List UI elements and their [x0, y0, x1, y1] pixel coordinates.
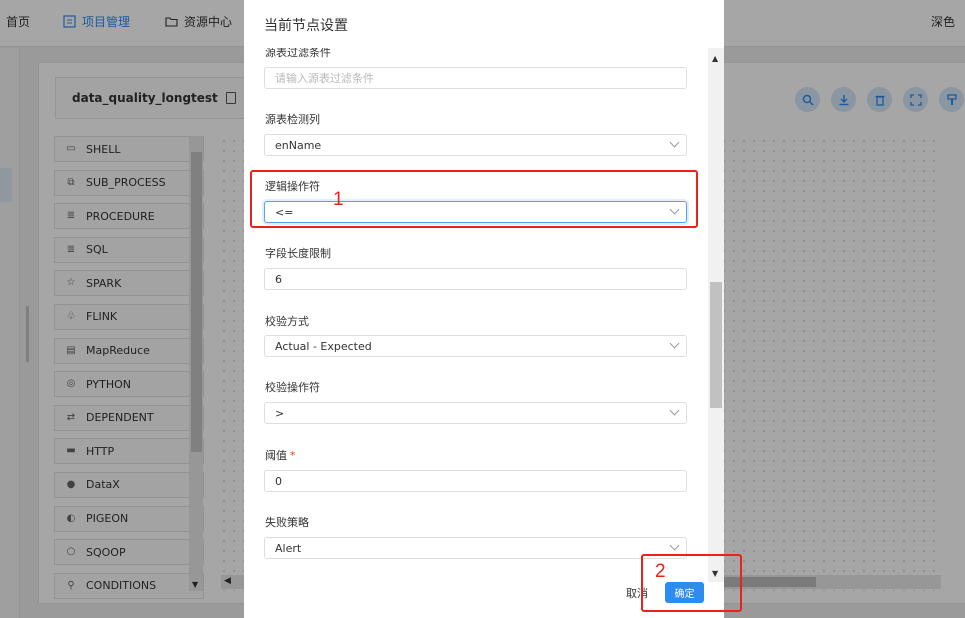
check-method-label: 校验方式 — [265, 315, 309, 328]
check-column-label: 源表检测列 — [265, 113, 320, 126]
chevron-down-icon — [669, 338, 680, 349]
field-length-input[interactable]: 6 — [264, 268, 687, 290]
scroll-up-arrow-icon[interactable]: ▲ — [712, 54, 718, 63]
drawer-title: 当前节点设置 — [264, 18, 348, 34]
fail-strategy-label: 失败策略 — [265, 516, 309, 529]
check-column-value: enName — [275, 138, 322, 152]
filter-label: 源表过滤条件 — [265, 48, 331, 59]
field-length-label: 字段长度限制 — [265, 247, 331, 260]
chevron-down-icon — [669, 405, 680, 416]
check-method-value: Actual - Expected — [275, 339, 372, 353]
required-marker: * — [290, 449, 296, 462]
chevron-down-icon — [669, 137, 680, 148]
settings-form: 源表过滤条件 请输入源表过滤条件 源表检测列 enName 逻辑操作符 <= 字… — [244, 48, 708, 568]
node-settings-drawer: 当前节点设置 源表过滤条件 请输入源表过滤条件 源表检测列 enName 逻辑操… — [244, 0, 724, 618]
chevron-down-icon — [669, 540, 680, 551]
annotation-number-2: 2 — [655, 561, 666, 582]
filter-input[interactable]: 请输入源表过滤条件 — [264, 67, 687, 89]
check-operator-select[interactable]: > — [264, 402, 687, 424]
drawer-scrollbar[interactable]: ▲ ▼ — [708, 48, 724, 582]
threshold-input[interactable]: 0 — [264, 470, 687, 492]
fail-strategy-select[interactable]: Alert — [264, 537, 687, 559]
check-column-select[interactable]: enName — [264, 134, 687, 156]
annotation-box-1 — [250, 170, 698, 228]
fail-strategy-value: Alert — [275, 541, 302, 555]
annotation-number-1: 1 — [333, 189, 344, 210]
check-operator-value: > — [275, 406, 285, 420]
drawer-scroll-thumb[interactable] — [710, 282, 722, 408]
threshold-label: 阈值 * — [265, 447, 296, 463]
threshold-label-text: 阈值 — [265, 449, 287, 462]
check-operator-label: 校验操作符 — [265, 381, 320, 394]
check-method-select[interactable]: Actual - Expected — [264, 335, 687, 357]
